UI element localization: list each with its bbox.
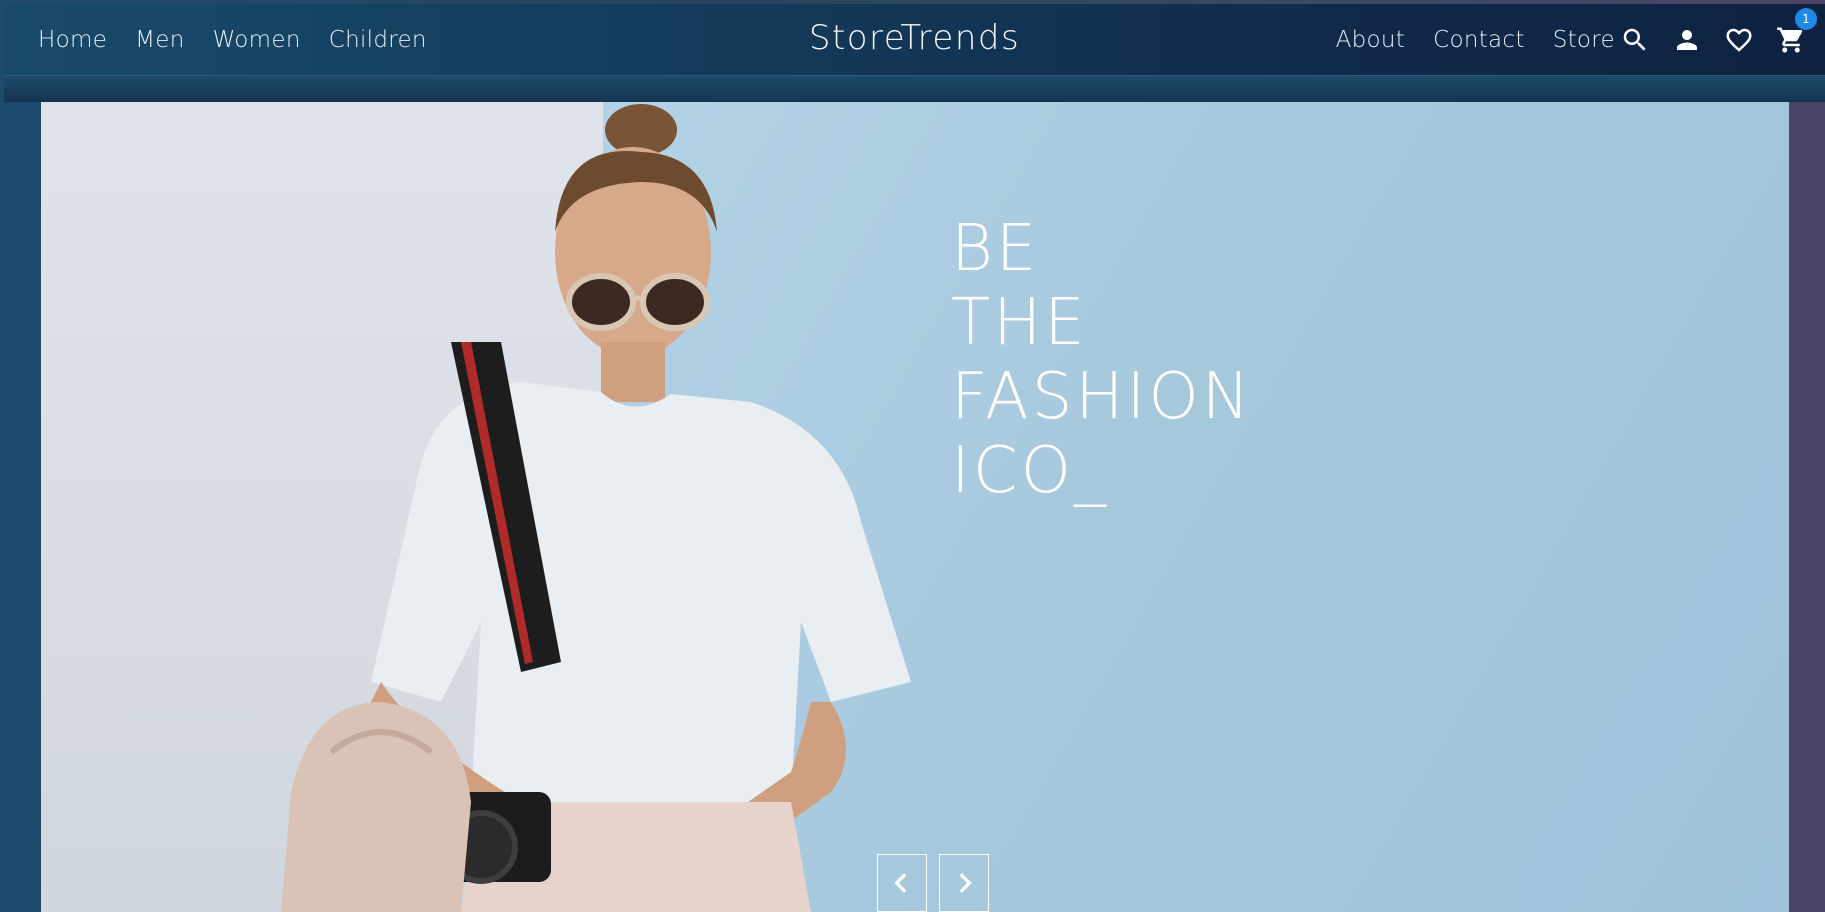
nav-icons: 1 xyxy=(1619,4,1817,76)
search-button[interactable] xyxy=(1619,24,1651,56)
nav-link-children[interactable]: Children xyxy=(329,27,427,53)
cart-icon xyxy=(1777,27,1803,53)
chevron-right-icon xyxy=(959,873,972,893)
cart-button[interactable]: 1 xyxy=(1775,8,1817,56)
nav-link-men[interactable]: Men xyxy=(135,27,184,53)
user-icon xyxy=(1677,30,1697,50)
account-button[interactable] xyxy=(1671,24,1703,56)
nav-left-group: Home Men Women Children xyxy=(38,4,427,76)
top-navbar: Home Men Women Children StoreTrends Abou… xyxy=(4,4,1825,76)
wishlist-button[interactable] xyxy=(1723,24,1755,56)
carousel-prev-button[interactable] xyxy=(877,854,927,912)
brand-logo[interactable]: StoreTrends xyxy=(809,18,1020,58)
hero-model-image xyxy=(281,104,911,912)
nav-link-contact[interactable]: Contact xyxy=(1433,27,1525,53)
nav-link-women[interactable]: Women xyxy=(213,27,301,53)
headline-line-1: BE xyxy=(951,212,1040,286)
carousel-next-button[interactable] xyxy=(939,854,989,912)
cart-count-badge: 1 xyxy=(1795,8,1817,30)
page: Home Men Women Children StoreTrends Abou… xyxy=(0,0,1825,912)
chevron-left-icon xyxy=(894,873,907,893)
headline-line-2: THE xyxy=(951,286,1088,360)
nav-link-about[interactable]: About xyxy=(1336,27,1406,53)
heart-icon xyxy=(1726,28,1752,52)
search-icon xyxy=(1623,28,1646,51)
carousel-controls xyxy=(877,854,989,912)
nav-link-home[interactable]: Home xyxy=(38,27,107,53)
headline-line-3: FASHION xyxy=(951,360,1253,434)
hero-headline: BE THE FASHION ICO_ xyxy=(951,212,1253,508)
nav-link-store[interactable]: Store xyxy=(1553,27,1615,53)
headline-line-4: ICO_ xyxy=(951,434,1109,508)
navbar-underbar xyxy=(4,76,1825,102)
hero-banner: BE THE FASHION ICO_ xyxy=(41,102,1789,912)
nav-right-group: About Contact Store xyxy=(1336,4,1615,76)
